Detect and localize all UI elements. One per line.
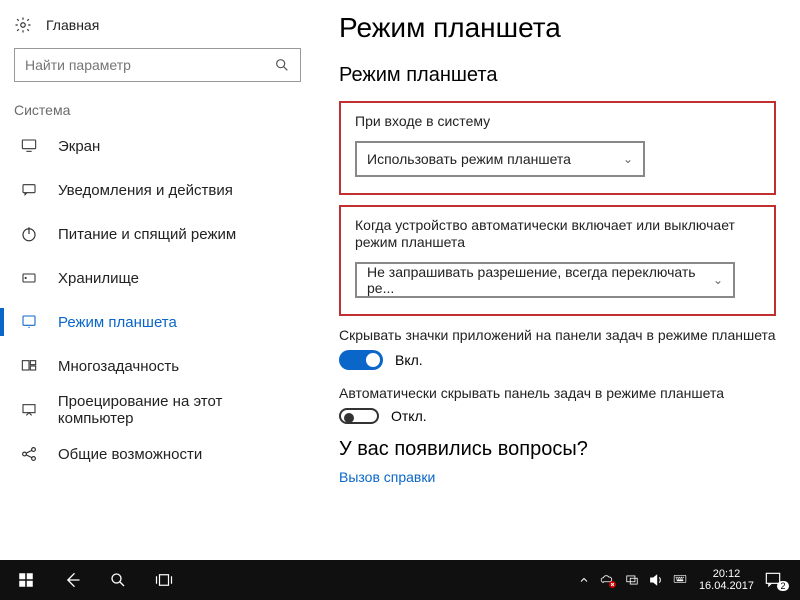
sidebar-item-label: Уведомления и действия xyxy=(58,182,233,199)
sidebar-item-label: Экран xyxy=(58,138,100,155)
power-icon xyxy=(18,225,40,243)
project-icon xyxy=(18,401,40,419)
back-button[interactable] xyxy=(50,560,94,600)
help-link[interactable]: Вызов справки xyxy=(339,469,776,485)
search-box[interactable] xyxy=(14,48,301,82)
notification-badge: 2 xyxy=(777,581,788,591)
tray-language-icon[interactable] xyxy=(669,560,691,600)
hide-icons-state: Вкл. xyxy=(395,352,423,368)
sidebar-item-label: Питание и спящий режим xyxy=(58,226,236,243)
autoswitch-label: Когда устройство автоматически включает … xyxy=(355,217,760,252)
sidebar-item-multitasking[interactable]: Многозадачность xyxy=(14,344,301,388)
tablet-icon xyxy=(18,313,40,331)
taskbar: 20:12 16.04.2017 2 xyxy=(0,560,800,600)
sidebar-item-label: Многозадачность xyxy=(58,358,179,375)
tray-volume-icon[interactable] xyxy=(645,560,667,600)
gear-icon xyxy=(14,16,32,34)
search-button[interactable] xyxy=(96,560,140,600)
highlight-box-2: Когда устройство автоматически включает … xyxy=(339,205,776,316)
help-heading: У вас появились вопросы? xyxy=(339,438,776,461)
hide-icons-toggle[interactable] xyxy=(339,350,383,370)
chevron-down-icon: ⌄ xyxy=(623,152,633,166)
hide-icons-label: Скрывать значки приложений на панели зад… xyxy=(339,326,776,344)
sidebar-item-label: Режим планшета xyxy=(58,314,177,331)
signin-select[interactable]: Использовать режим планшета ⌄ xyxy=(355,141,645,177)
sidebar-item-storage[interactable]: Хранилище xyxy=(14,256,301,300)
signin-label: При входе в систему xyxy=(355,113,760,131)
search-icon xyxy=(274,57,290,73)
sidebar-item-display[interactable]: Экран xyxy=(14,124,301,168)
sidebar-item-projecting[interactable]: Проецирование на этот компьютер xyxy=(14,388,301,432)
taskview-button[interactable] xyxy=(142,560,186,600)
start-button[interactable] xyxy=(4,560,48,600)
autoswitch-select-value: Не запрашивать разрешение, всегда перекл… xyxy=(367,264,713,296)
multitask-icon xyxy=(18,357,40,375)
sidebar-item-label: Проецирование на этот компьютер xyxy=(58,393,301,427)
home-label: Главная xyxy=(46,17,99,33)
sidebar-item-shared[interactable]: Общие возможности xyxy=(14,432,301,476)
storage-icon xyxy=(18,269,40,287)
chevron-down-icon: ⌄ xyxy=(713,273,723,287)
autohide-taskbar-toggle[interactable] xyxy=(339,408,379,424)
sidebar-item-notifications[interactable]: Уведомления и действия xyxy=(14,168,301,212)
category-title: Система xyxy=(14,102,301,118)
notifications-button[interactable]: 2 xyxy=(762,560,796,600)
signin-select-value: Использовать режим планшета xyxy=(367,151,571,167)
tray-network-icon[interactable] xyxy=(621,560,643,600)
sidebar-item-label: Общие возможности xyxy=(58,446,202,463)
tray-onedrive-icon[interactable] xyxy=(597,560,619,600)
page-title: Режим планшета xyxy=(339,12,776,44)
sidebar-item-power[interactable]: Питание и спящий режим xyxy=(14,212,301,256)
share-icon xyxy=(18,445,40,463)
chat-icon xyxy=(18,181,40,199)
sidebar-item-tablet-mode[interactable]: Режим планшета xyxy=(14,300,301,344)
page-subtitle: Режим планшета xyxy=(339,64,776,87)
tray-chevron-icon[interactable] xyxy=(573,560,595,600)
autohide-taskbar-state: Откл. xyxy=(391,408,427,424)
highlight-box-1: При входе в систему Использовать режим п… xyxy=(339,101,776,195)
clock-date: 16.04.2017 xyxy=(699,580,754,592)
search-input[interactable] xyxy=(25,57,255,73)
home-link[interactable]: Главная xyxy=(14,16,301,34)
autohide-taskbar-label: Автоматически скрывать панель задач в ре… xyxy=(339,384,776,402)
sidebar-item-label: Хранилище xyxy=(58,270,139,287)
taskbar-clock[interactable]: 20:12 16.04.2017 xyxy=(693,568,760,592)
autoswitch-select[interactable]: Не запрашивать разрешение, всегда перекл… xyxy=(355,262,735,298)
monitor-icon xyxy=(18,137,40,155)
clock-time: 20:12 xyxy=(699,568,754,580)
